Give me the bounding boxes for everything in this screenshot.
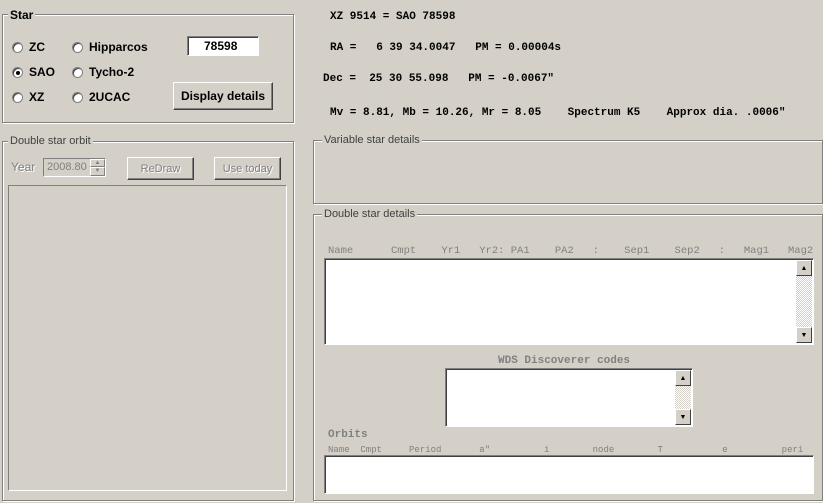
radio-2ucac-indicator xyxy=(72,91,83,103)
radio-zc-indicator xyxy=(12,41,23,53)
radio-sao-label: SAO xyxy=(29,65,56,79)
radio-2ucac[interactable]: 2UCAC xyxy=(72,90,130,104)
orbits-label: Orbits xyxy=(328,429,368,441)
use-today-button[interactable]: Use today xyxy=(214,157,281,180)
wds-scrollbar[interactable]: ▲ ▼ xyxy=(675,370,691,425)
spin-down-icon[interactable]: ▼ xyxy=(90,167,105,176)
wds-scroll-up-icon[interactable]: ▲ xyxy=(675,370,691,386)
radio-hipparcos-indicator xyxy=(72,41,83,53)
radio-sao[interactable]: SAO xyxy=(12,65,55,79)
year-value: 2008.80 xyxy=(47,161,87,173)
radio-tycho2[interactable]: Tycho-2 xyxy=(72,65,134,79)
radio-zc-label: ZC xyxy=(29,40,45,54)
ra-line: RA = 6 39 34.0047 PM = 0.00004s xyxy=(330,42,562,54)
scroll-up-icon[interactable]: ▲ xyxy=(796,260,812,276)
year-spinner[interactable]: 2008.80 ▲ ▼ xyxy=(43,158,106,177)
radio-xz-indicator xyxy=(12,91,23,103)
wds-scroll-down-icon[interactable]: ▼ xyxy=(675,409,691,425)
spin-up-icon[interactable]: ▲ xyxy=(90,159,105,167)
year-label: Year xyxy=(11,160,36,174)
radio-tycho2-label: Tycho-2 xyxy=(89,65,135,79)
double-star-list[interactable]: ▲ ▼ xyxy=(324,258,814,345)
dec-line: Dec = 25 30 55.098 PM = -0.0067" xyxy=(323,73,555,85)
radio-hipparcos[interactable]: Hipparcos xyxy=(72,40,148,54)
catalog-number-input[interactable]: 78598 xyxy=(187,36,259,56)
radio-2ucac-label: 2UCAC xyxy=(89,90,131,104)
radio-zc[interactable]: ZC xyxy=(12,40,45,54)
double-star-legend: Double star details xyxy=(322,208,418,220)
scroll-down-icon[interactable]: ▼ xyxy=(796,327,812,343)
radio-xz-label: XZ xyxy=(29,90,45,104)
wds-list[interactable]: ▲ ▼ xyxy=(445,368,693,427)
redraw-button[interactable]: ReDraw xyxy=(127,157,194,180)
display-details-button[interactable]: Display details xyxy=(173,82,273,110)
orbits-list[interactable] xyxy=(324,455,814,494)
double-star-header: Name Cmpt Yr1 Yr2: PA1 PA2 : Sep1 Sep2 :… xyxy=(328,245,814,257)
radio-sao-indicator xyxy=(12,66,23,78)
orbit-plot-area xyxy=(8,185,287,491)
radio-tycho2-indicator xyxy=(72,66,83,78)
star-group-legend: Star xyxy=(8,8,36,22)
orbit-group-legend: Double star orbit xyxy=(8,135,93,147)
radio-xz[interactable]: XZ xyxy=(12,90,44,104)
orbits-header: Name Cmpt Period a" i node T e peri xyxy=(328,445,804,455)
variable-star-group xyxy=(313,140,823,204)
variable-star-legend: Variable star details xyxy=(322,134,422,146)
magnitude-line: Mv = 8.81, Mb = 10.26, Mr = 8.05 Spectru… xyxy=(330,107,786,119)
wds-label: WDS Discoverer codes xyxy=(498,355,631,367)
star-id-line: XZ 9514 = SAO 78598 xyxy=(330,11,456,23)
double-star-scrollbar[interactable]: ▲ ▼ xyxy=(796,260,812,343)
radio-hipparcos-label: Hipparcos xyxy=(89,40,148,54)
